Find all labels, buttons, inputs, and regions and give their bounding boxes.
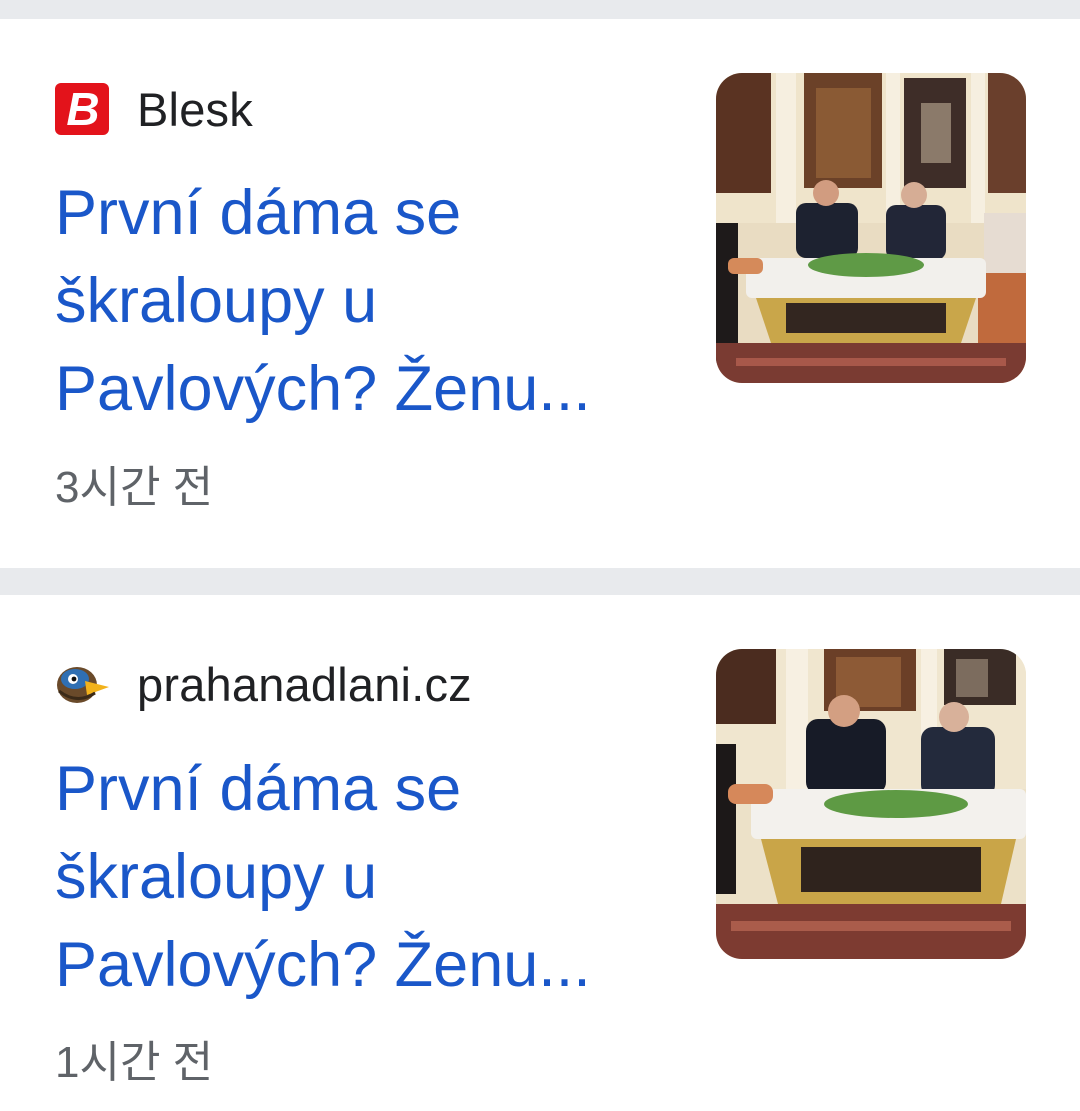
blesk-logo-icon: B [55, 82, 109, 136]
source-name: prahanadlani.cz [137, 657, 472, 711]
source-name: Blesk [137, 82, 253, 136]
source-row: B Blesk [55, 79, 253, 139]
favicon-letter: B [66, 83, 99, 135]
headline-link[interactable]: První dáma se škraloupy u Pavlových? Žen… [55, 745, 675, 1009]
source-row: prahanadlani.cz [55, 654, 472, 714]
news-card-blesk[interactable]: B Blesk První dáma se škraloupy u Pavlov… [0, 19, 1080, 568]
article-thumbnail[interactable] [716, 649, 1026, 959]
timestamp: 1시간 전 [55, 1038, 214, 1087]
card-divider [0, 0, 1080, 19]
card-divider [0, 568, 1080, 595]
news-feed: B Blesk První dáma se škraloupy u Pavlov… [0, 0, 1080, 1111]
headline-link[interactable]: První dáma se škraloupy u Pavlových? Žen… [55, 169, 675, 433]
news-card-prahanadlani[interactable]: prahanadlani.cz První dáma se škraloupy … [0, 595, 1080, 1111]
article-thumbnail[interactable] [716, 73, 1026, 383]
prahanadlani-bird-logo-icon [55, 657, 109, 711]
timestamp: 3시간 전 [55, 463, 214, 512]
